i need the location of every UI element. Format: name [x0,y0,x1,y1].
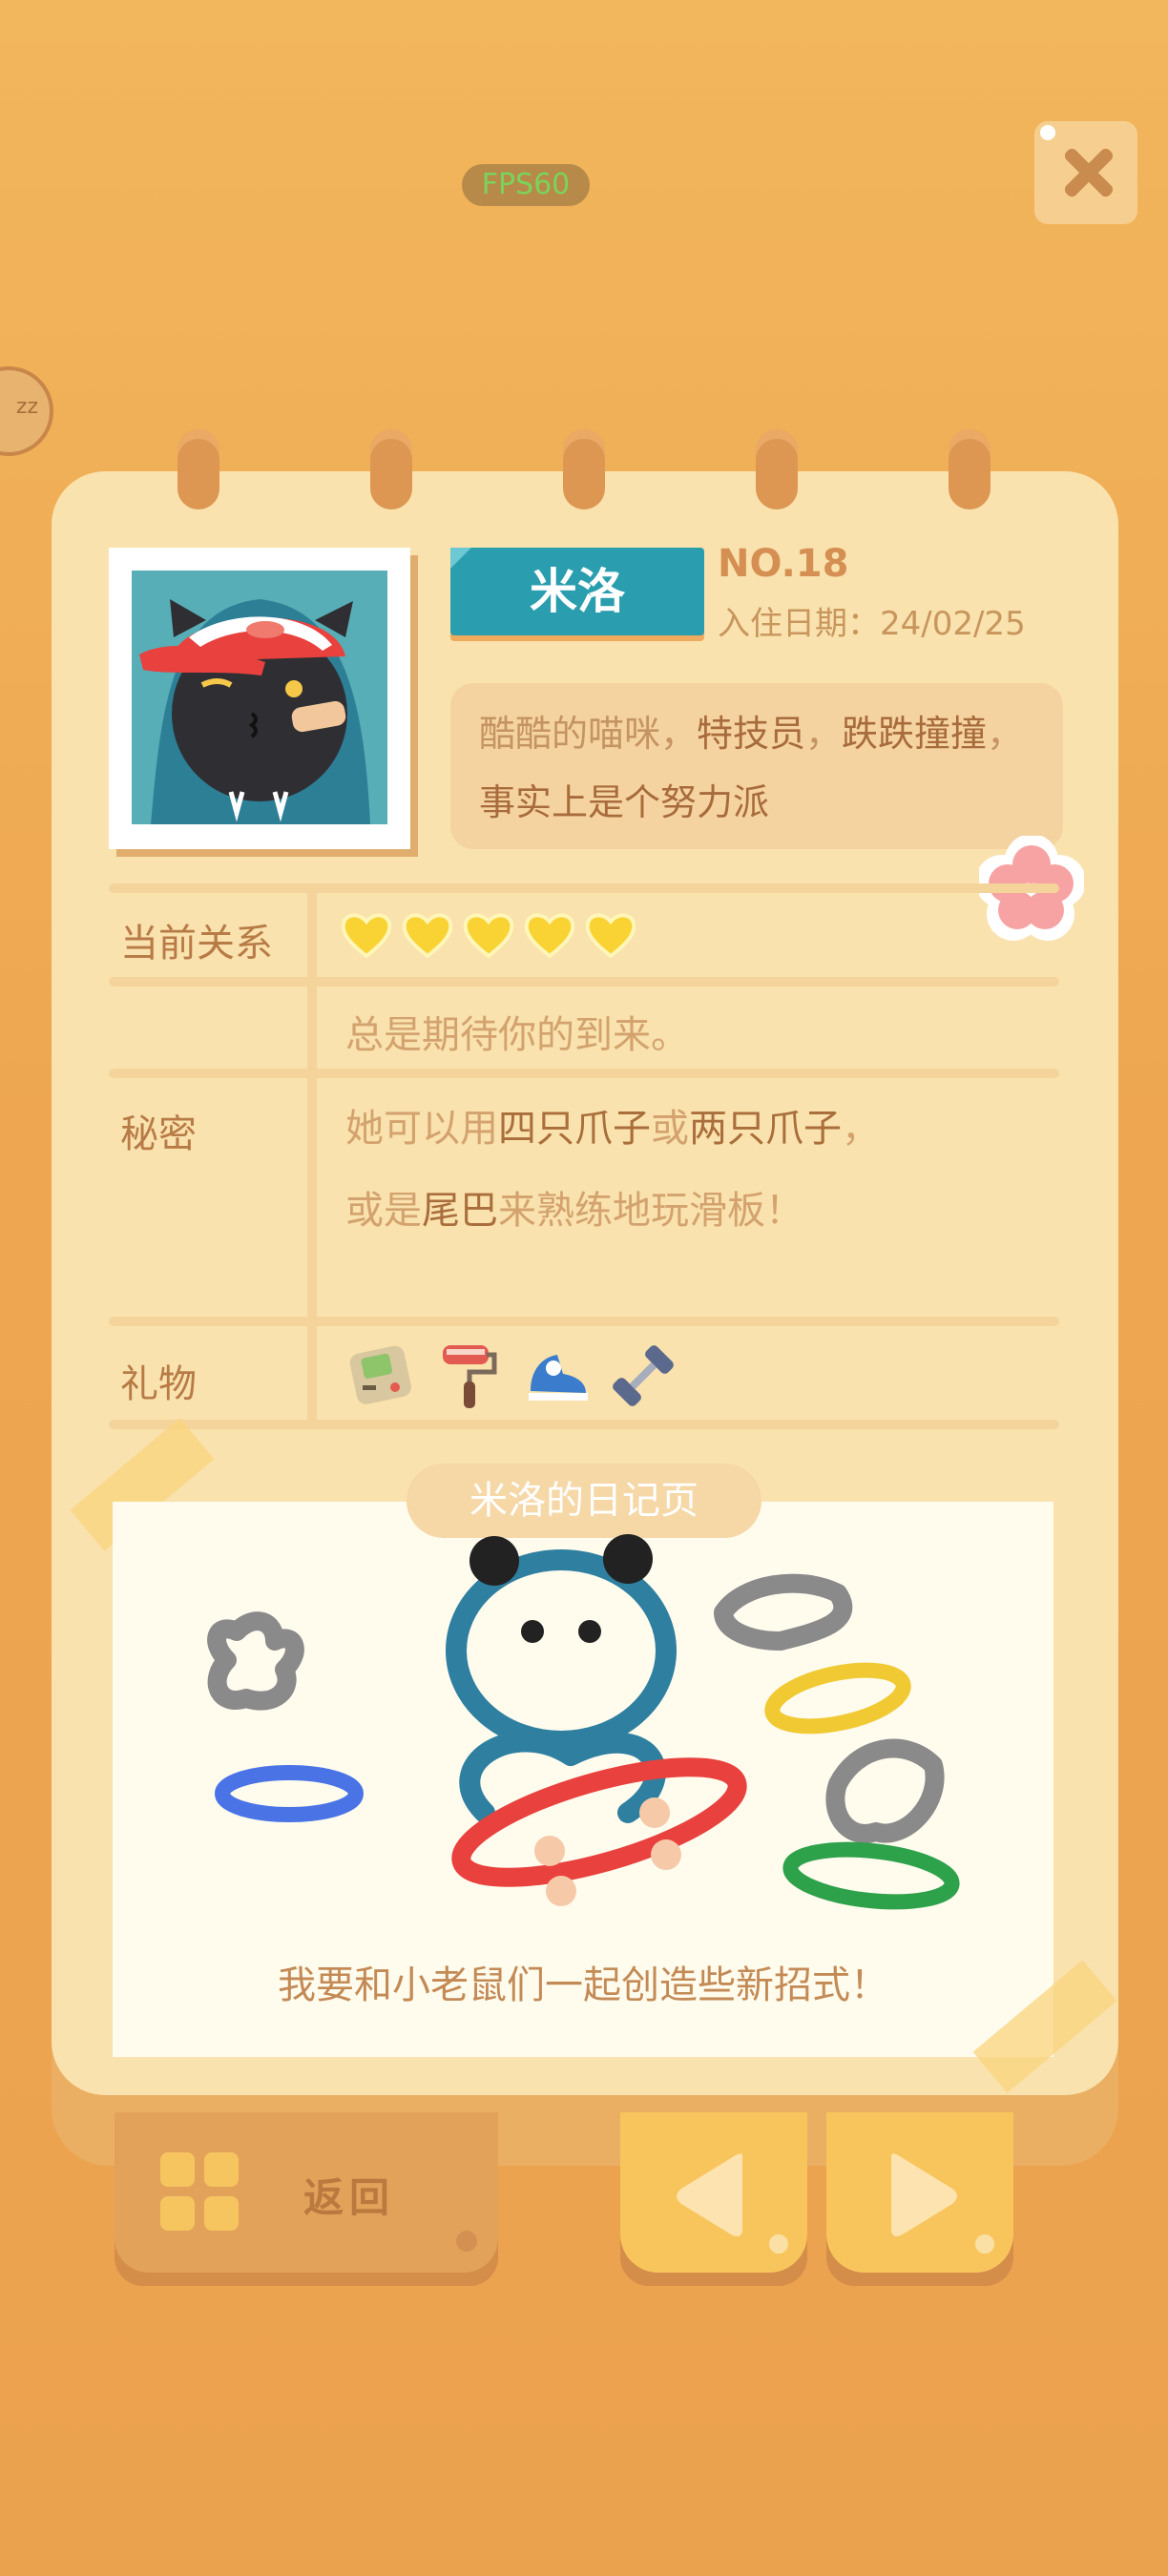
table-divider [109,1317,1059,1326]
text-segment: ， [842,1107,880,1151]
binder-ring [756,429,798,509]
back-button[interactable]: 返回 [115,2112,498,2273]
previous-button[interactable] [620,2112,807,2273]
fps-counter: FPS60 [462,164,590,206]
table-column-divider [307,891,317,1420]
text-segment: 两只爪子 [689,1107,842,1151]
next-button[interactable] [826,2112,1013,2273]
character-portrait [109,548,410,849]
text-segment: 或 [651,1107,689,1151]
heart-icon [524,913,575,959]
table-divider [109,1420,1059,1429]
sleep-badge-text: zz [15,395,38,419]
character-description: 酷酷的喵咪，特技员，跌跌撞撞， 事实上是个努力派 [450,683,1063,849]
text-segment: 她可以用 [345,1107,498,1151]
table-divider [109,977,1059,987]
binder-ring [370,429,412,509]
heart-icon [402,913,453,959]
gifts-label: 礼物 [120,1362,197,1406]
text-segment: ， [805,713,843,755]
text-segment: ， [987,713,1024,755]
text-segment: 四只爪子 [498,1107,651,1151]
heart-icon [463,913,514,959]
secret-label: 秘密 [120,1112,197,1156]
checkin-date: 入住日期：24/02/25 [718,605,1026,643]
text-segment: 事实上是个努力派 [479,781,770,823]
sneaker-icon[interactable] [521,1340,594,1412]
heart-icon [341,913,392,959]
handheld-game-console-icon[interactable] [345,1340,418,1412]
close-button[interactable] [1034,121,1137,224]
binder-ring [949,429,991,509]
text-segment: 来熟练地玩滑板！ [498,1189,803,1233]
table-divider [109,1069,1059,1078]
sleep-badge[interactable]: zz [0,366,53,456]
character-name-tag: 米洛 [450,548,704,635]
relationship-text: 总是期待你的到来。 [345,1013,689,1057]
skateboard-doodle-illustration [207,1534,960,1910]
text-segment: 酷酷的喵咪， [479,713,698,755]
character-number: NO.18 [718,542,849,586]
secret-line-2: 或是尾巴来熟练地玩滑板！ [345,1179,803,1235]
table-divider [109,883,1059,893]
text-segment: 尾巴 [422,1189,498,1233]
heart-icon [585,913,636,959]
relationship-label: 当前关系 [120,922,273,966]
description-line-2: 事实上是个努力派 [479,773,769,825]
diary-caption: 我要和小老鼠们一起创造些新招式！ [278,1963,888,2007]
text-segment: 跌跌撞撞 [842,713,988,755]
text-segment: 或是 [345,1189,422,1233]
paint-roller-icon[interactable] [433,1340,506,1412]
secret-line-1: 她可以用四只爪子或两只爪子， [345,1097,880,1153]
description-line-1: 酷酷的喵咪，特技员，跌跌撞撞， [479,704,1023,757]
dumbbell-icon[interactable] [607,1340,679,1412]
back-button-label: 返回 [303,2174,396,2221]
character-name: 米洛 [530,564,625,619]
binder-ring [563,429,605,509]
text-segment: 特技员 [697,713,806,755]
binder-ring [177,429,219,509]
cat-portrait-illustration [139,599,370,824]
